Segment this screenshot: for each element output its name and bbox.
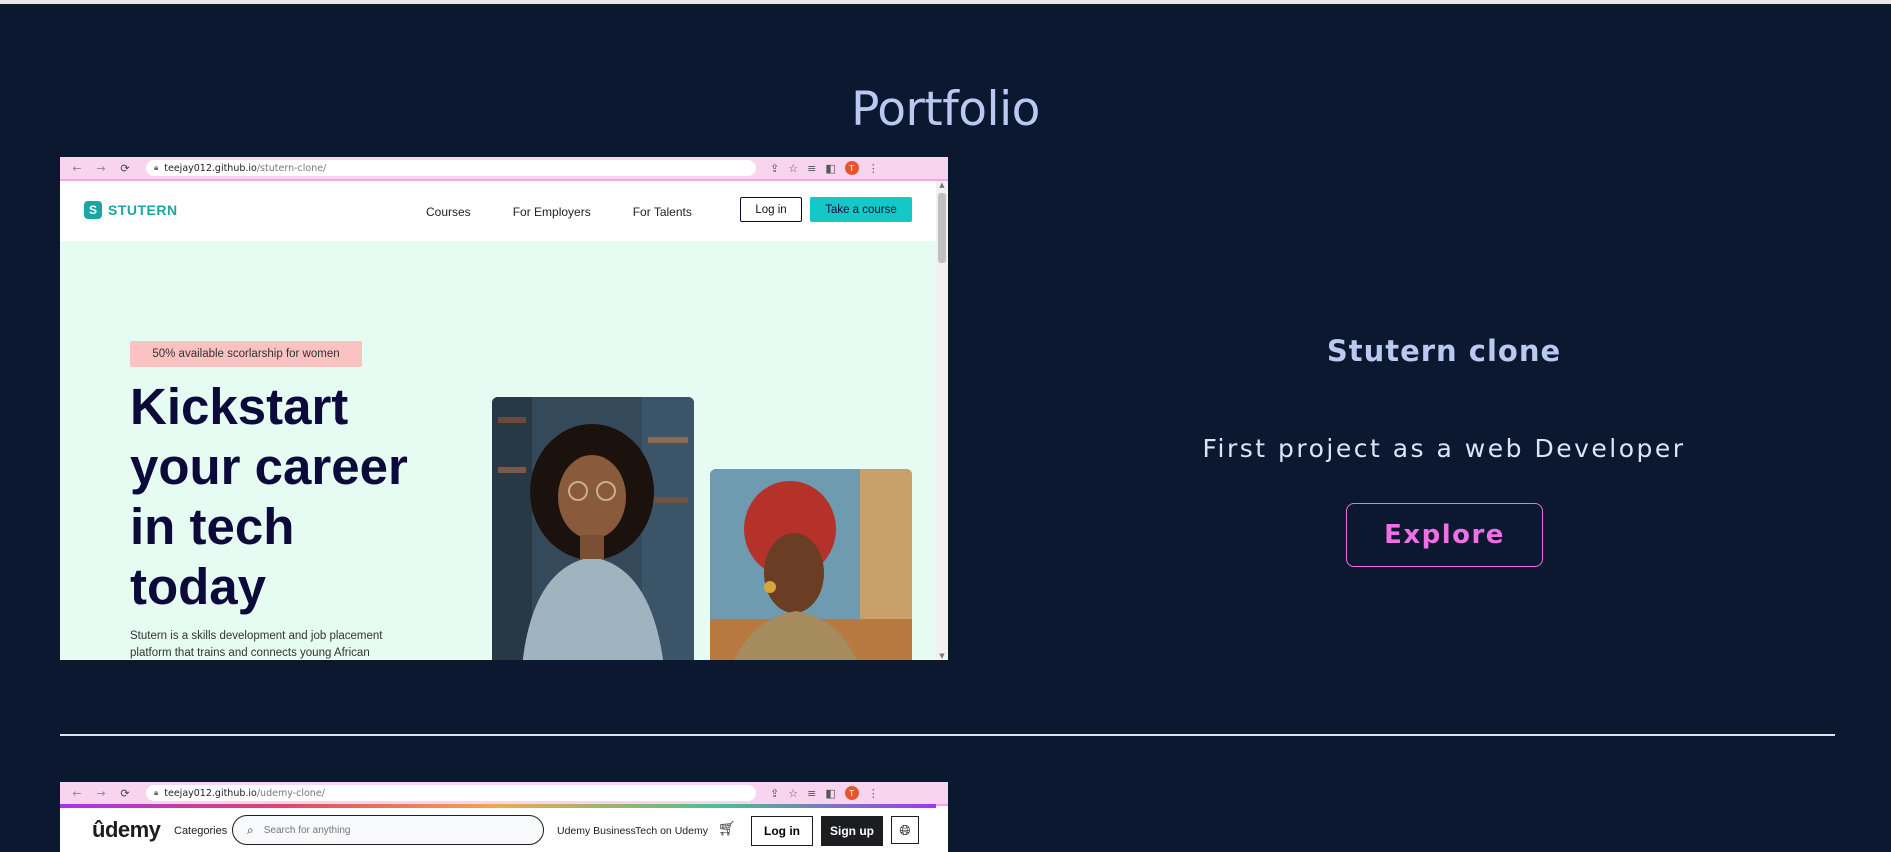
share-icon: ⇪ bbox=[770, 161, 780, 175]
stutern-logo: S STUTERN bbox=[84, 201, 178, 219]
sidepanel-icon: ◧ bbox=[825, 786, 836, 800]
lock-icon: 🔒︎ bbox=[154, 163, 159, 172]
address-bar: 🔒︎ teejay012.github.io/stutern-clone/ bbox=[146, 160, 756, 176]
url-path: /udemy-clone/ bbox=[256, 787, 325, 799]
udemy-categories: Categories bbox=[174, 825, 228, 837]
browser-toolbar: ← → ⟳ 🔒︎ teejay012.github.io/stutern-clo… bbox=[60, 157, 948, 181]
udemy-teach-link: Tech on Udemy bbox=[635, 825, 708, 837]
back-icon: ← bbox=[72, 786, 82, 800]
stutern-logo-mark: S bbox=[84, 201, 102, 219]
page-scrollbar: ▲ ▼ bbox=[936, 181, 948, 660]
hero-headline: Kickstart your career in tech today bbox=[130, 378, 408, 615]
stutern-navbar: S STUTERN Courses For Employers For Tale… bbox=[60, 181, 936, 241]
back-icon: ← bbox=[72, 161, 82, 175]
nav-courses: Courses bbox=[426, 205, 471, 219]
udemy-search-bar: ⌕ Search for anything bbox=[232, 815, 544, 845]
take-course-button: Take a course bbox=[810, 197, 912, 222]
section-title: Portfolio bbox=[851, 82, 1040, 137]
udemy-business-link: Udemy Business bbox=[557, 825, 636, 837]
hero-photo-woman-glasses bbox=[492, 397, 694, 660]
sidepanel-icon: ◧ bbox=[825, 161, 836, 175]
url-host: teejay012.github.io bbox=[164, 787, 257, 799]
project-screenshot-stutern[interactable]: ← → ⟳ 🔒︎ teejay012.github.io/stutern-clo… bbox=[60, 157, 948, 660]
star-icon: ☆ bbox=[788, 786, 799, 800]
menu-icon: ⋮ bbox=[867, 161, 879, 175]
hero-photo-woman-headwrap bbox=[710, 469, 912, 660]
menu-icon: ⋮ bbox=[867, 786, 879, 800]
hero-subtext: Stutern is a skills development and job … bbox=[130, 630, 383, 659]
reload-icon: ⟳ bbox=[120, 786, 130, 800]
top-border bbox=[0, 0, 1891, 4]
scroll-down-icon: ▼ bbox=[939, 652, 945, 660]
stutern-hero: 50% available scorlarship for women Kick… bbox=[60, 241, 936, 660]
scroll-up-icon: ▲ bbox=[939, 181, 945, 189]
share-icon: ⇪ bbox=[770, 786, 780, 800]
profile-avatar: T bbox=[844, 786, 859, 800]
reload-icon: ⟳ bbox=[120, 161, 130, 175]
address-bar: 🔒︎ teejay012.github.io/udemy-clone/ bbox=[146, 785, 756, 801]
star-icon: ☆ bbox=[788, 161, 799, 175]
project-title: Stutern clone bbox=[1326, 334, 1562, 368]
stutern-login-button: Log in bbox=[740, 197, 802, 222]
globe-icon: 🌐︎ bbox=[891, 816, 919, 844]
url-host: teejay012.github.io bbox=[164, 162, 257, 174]
nav-for-employers: For Employers bbox=[512, 205, 591, 219]
url-path: /stutern-clone/ bbox=[256, 162, 327, 174]
nav-for-talents: For Talents bbox=[632, 205, 692, 219]
lock-icon: 🔒︎ bbox=[154, 788, 159, 797]
scrollbar-thumb bbox=[938, 193, 946, 263]
forward-icon: → bbox=[96, 786, 106, 800]
project-screenshot-udemy[interactable]: ← → ⟳ 🔒︎ teejay012.github.io/udemy-clone… bbox=[60, 782, 948, 852]
udemy-login-button: Log in bbox=[751, 816, 813, 846]
udemy-logo: ûdemy bbox=[92, 817, 161, 842]
profile-avatar: T bbox=[844, 161, 859, 175]
udemy-navbar: ûdemy Categories ⌕ Search for anything U… bbox=[60, 808, 936, 852]
search-icon: ⌕ bbox=[247, 822, 254, 837]
playlist-icon: ≡ bbox=[807, 161, 817, 175]
stutern-logo-text: STUTERN bbox=[108, 202, 178, 218]
project-description: First project as a web Developer bbox=[1202, 434, 1686, 463]
udemy-signup-button: Sign up bbox=[821, 816, 883, 846]
explore-button[interactable]: Explore bbox=[1346, 503, 1543, 567]
section-divider bbox=[60, 734, 1835, 736]
cart-icon: 🛒︎ bbox=[718, 820, 736, 836]
browser-toolbar: ← → ⟳ 🔒︎ teejay012.github.io/udemy-clone… bbox=[60, 782, 948, 806]
forward-icon: → bbox=[96, 161, 106, 175]
scholarship-badge: 50% available scorlarship for women bbox=[130, 341, 362, 367]
udemy-search-placeholder: Search for anything bbox=[263, 824, 351, 836]
playlist-icon: ≡ bbox=[807, 786, 817, 800]
